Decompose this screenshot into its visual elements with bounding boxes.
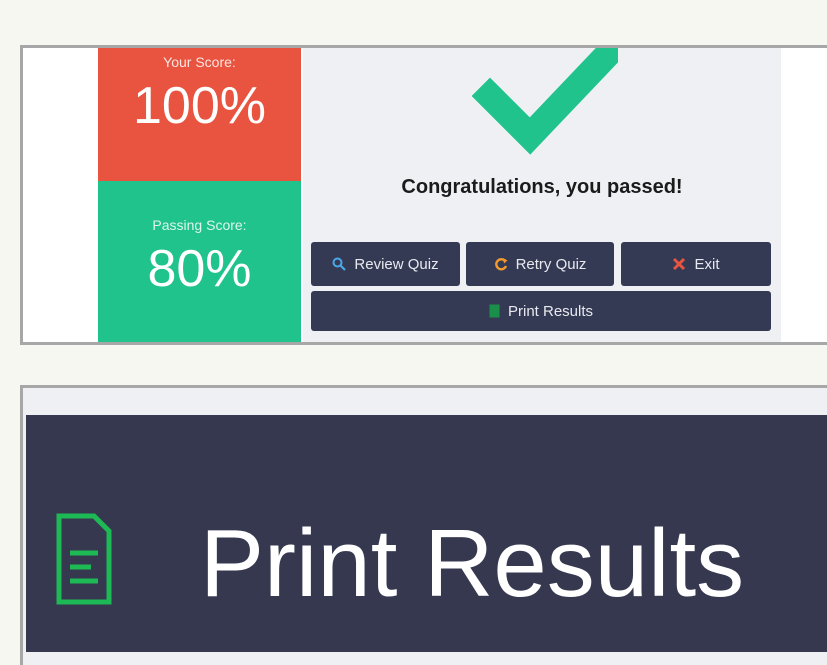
congratulations-message: Congratulations, you passed! xyxy=(401,176,683,198)
exit-label: Exit xyxy=(694,255,720,273)
search-icon xyxy=(332,257,347,271)
retry-icon xyxy=(494,257,508,271)
print-results-button[interactable]: Print Results xyxy=(311,291,771,331)
result-area: Congratulations, you passed! Review Quiz… xyxy=(303,48,781,342)
document-icon xyxy=(56,513,112,605)
retry-quiz-button[interactable]: Retry Quiz xyxy=(466,242,614,286)
review-quiz-label: Review Quiz xyxy=(354,255,439,273)
print-results-button-zoomed[interactable]: Print Results xyxy=(26,415,827,652)
passing-score-label: Passing Score: xyxy=(152,217,247,233)
print-results-zoom-panel: Print Results xyxy=(20,385,827,665)
exit-button[interactable]: Exit xyxy=(621,242,771,286)
close-icon xyxy=(672,257,686,271)
your-score-value: 100% xyxy=(133,77,266,135)
retry-quiz-label: Retry Quiz xyxy=(515,255,587,273)
quiz-results-panel: Your Score: 100% Passing Score: 80% Cong… xyxy=(20,45,827,345)
review-quiz-button[interactable]: Review Quiz xyxy=(311,242,460,286)
checkmark-icon xyxy=(471,48,618,155)
passing-score-box: Passing Score: 80% xyxy=(98,181,301,342)
passing-score-value: 80% xyxy=(147,240,252,298)
print-results-label-zoomed: Print Results xyxy=(200,510,745,617)
document-icon xyxy=(489,304,500,318)
your-score-label: Your Score: xyxy=(163,54,236,70)
print-results-label: Print Results xyxy=(507,302,594,320)
your-score-box: Your Score: 100% xyxy=(98,48,301,181)
